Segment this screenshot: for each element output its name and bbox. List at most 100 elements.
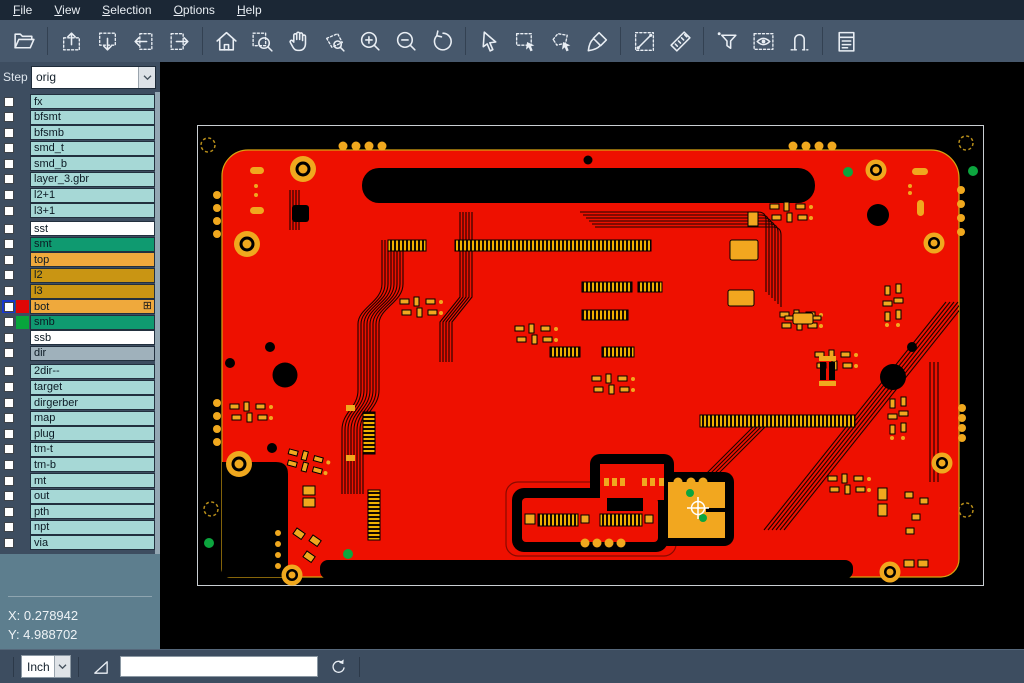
layer-name-field[interactable]: dirgerber ⊞ [30,395,155,410]
layer-color-swatch[interactable] [16,347,29,360]
refresh-button[interactable] [326,655,350,679]
layer-color-swatch[interactable] [16,474,29,487]
layer-color-swatch[interactable] [16,427,29,440]
layer-visibility-checkbox[interactable] [2,331,15,344]
layer-visibility-checkbox[interactable] [2,95,15,108]
layer-visibility-checkbox[interactable] [2,505,15,518]
zoom-window-button[interactable] [244,23,280,59]
layer-color-swatch[interactable] [16,412,29,425]
highlight-brush-button[interactable] [579,23,615,59]
layer-name-field[interactable]: mt ⊞ [30,473,155,488]
layer-color-swatch[interactable] [16,285,29,298]
snap-magnet-button[interactable] [781,23,817,59]
layer-name-field[interactable]: smt ⊞ [30,237,155,252]
pan-down-button[interactable] [89,23,125,59]
layer-color-swatch[interactable] [16,111,29,124]
layer-visibility-checkbox[interactable] [2,204,15,217]
layer-name-field[interactable]: l2 ⊞ [30,268,155,283]
layer-visibility-checkbox[interactable] [2,521,15,534]
layer-color-swatch[interactable] [16,536,29,549]
zoom-selection-button[interactable] [316,23,352,59]
layer-color-swatch[interactable] [16,142,29,155]
layer-visibility-checkbox[interactable] [2,490,15,503]
layer-visibility-checkbox[interactable] [2,253,15,266]
step-select[interactable]: orig [31,66,156,89]
layer-visibility-checkbox[interactable] [2,157,15,170]
layer-name-field[interactable]: via ⊞ [30,535,155,550]
layer-visibility-checkbox[interactable] [2,269,15,282]
menu-item[interactable]: File [2,0,43,20]
layer-visibility-checkbox[interactable] [2,458,15,471]
view-box-eye-button[interactable] [745,23,781,59]
layer-color-swatch[interactable] [16,396,29,409]
menu-item[interactable]: Selection [91,0,162,20]
select-pointer-button[interactable] [471,23,507,59]
layer-color-swatch[interactable] [16,157,29,170]
layer-name-field[interactable]: npt ⊞ [30,520,155,535]
select-rectangle-button[interactable] [507,23,543,59]
layer-color-swatch[interactable] [16,189,29,202]
layer-color-swatch[interactable] [16,269,29,282]
menu-item[interactable]: View [43,0,91,20]
layer-visibility-checkbox[interactable] [2,111,15,124]
unit-select[interactable]: Inch [21,655,71,678]
menu-item[interactable]: Help [226,0,273,20]
layer-name-field[interactable]: l3+1 ⊞ [30,203,155,218]
layer-color-swatch[interactable] [16,316,29,329]
layer-visibility-checkbox[interactable] [2,536,15,549]
layer-name-field[interactable]: 2dir-- ⊞ [30,364,155,379]
layer-visibility-checkbox[interactable] [2,443,15,456]
layer-name-field[interactable]: top ⊞ [30,252,155,267]
zoom-previous-button[interactable] [424,23,460,59]
layer-visibility-checkbox[interactable] [2,365,15,378]
layer-name-field[interactable]: smb ⊞ [30,315,155,330]
layer-color-swatch[interactable] [16,300,29,313]
layer-visibility-checkbox[interactable] [2,285,15,298]
layer-color-swatch[interactable] [16,126,29,139]
open-folder-button[interactable] [6,23,42,59]
pcb-canvas[interactable] [160,62,1024,649]
layer-color-swatch[interactable] [16,505,29,518]
layer-name-field[interactable]: plug ⊞ [30,426,155,441]
layer-color-swatch[interactable] [16,381,29,394]
layer-name-field[interactable]: sst ⊞ [30,221,155,236]
layer-name-field[interactable]: map ⊞ [30,411,155,426]
layer-name-field[interactable]: fx ⊞ [30,94,155,109]
layer-color-swatch[interactable] [16,204,29,217]
chevron-down-icon[interactable] [138,67,155,88]
layer-color-swatch[interactable] [16,95,29,108]
layer-color-swatch[interactable] [16,238,29,251]
layer-visibility-checkbox[interactable] [2,316,15,329]
layer-visibility-checkbox[interactable] [2,396,15,409]
layer-name-field[interactable]: layer_3.gbr ⊞ [30,172,155,187]
layer-visibility-checkbox[interactable] [2,238,15,251]
layer-name-field[interactable]: pth ⊞ [30,504,155,519]
layer-visibility-checkbox[interactable] [2,474,15,487]
corner-angle-button[interactable] [88,655,112,679]
layer-color-swatch[interactable] [16,490,29,503]
pan-hand-button[interactable] [280,23,316,59]
measure-distance-button[interactable] [626,23,662,59]
zoom-out-button[interactable] [388,23,424,59]
layer-visibility-checkbox[interactable] [2,381,15,394]
layer-name-field[interactable]: smd_b ⊞ [30,156,155,171]
layer-visibility-checkbox[interactable] [2,300,15,313]
layer-color-swatch[interactable] [16,521,29,534]
layer-name-field[interactable]: out ⊞ [30,489,155,504]
layer-name-field[interactable]: tm-t ⊞ [30,442,155,457]
layer-name-field[interactable]: dir ⊞ [30,346,155,361]
layer-visibility-checkbox[interactable] [2,189,15,202]
layer-visibility-checkbox[interactable] [2,412,15,425]
pan-left-button[interactable] [125,23,161,59]
layer-color-swatch[interactable] [16,173,29,186]
layer-visibility-checkbox[interactable] [2,142,15,155]
layer-name-field[interactable]: bot ⊞ [30,299,155,314]
home-view-button[interactable] [208,23,244,59]
layer-color-swatch[interactable] [16,222,29,235]
zoom-in-button[interactable] [352,23,388,59]
layer-name-field[interactable]: bfsmb ⊞ [30,125,155,140]
layer-name-field[interactable]: l2+1 ⊞ [30,188,155,203]
layer-color-swatch[interactable] [16,458,29,471]
report-button[interactable] [828,23,864,59]
layer-name-field[interactable]: l3 ⊞ [30,284,155,299]
